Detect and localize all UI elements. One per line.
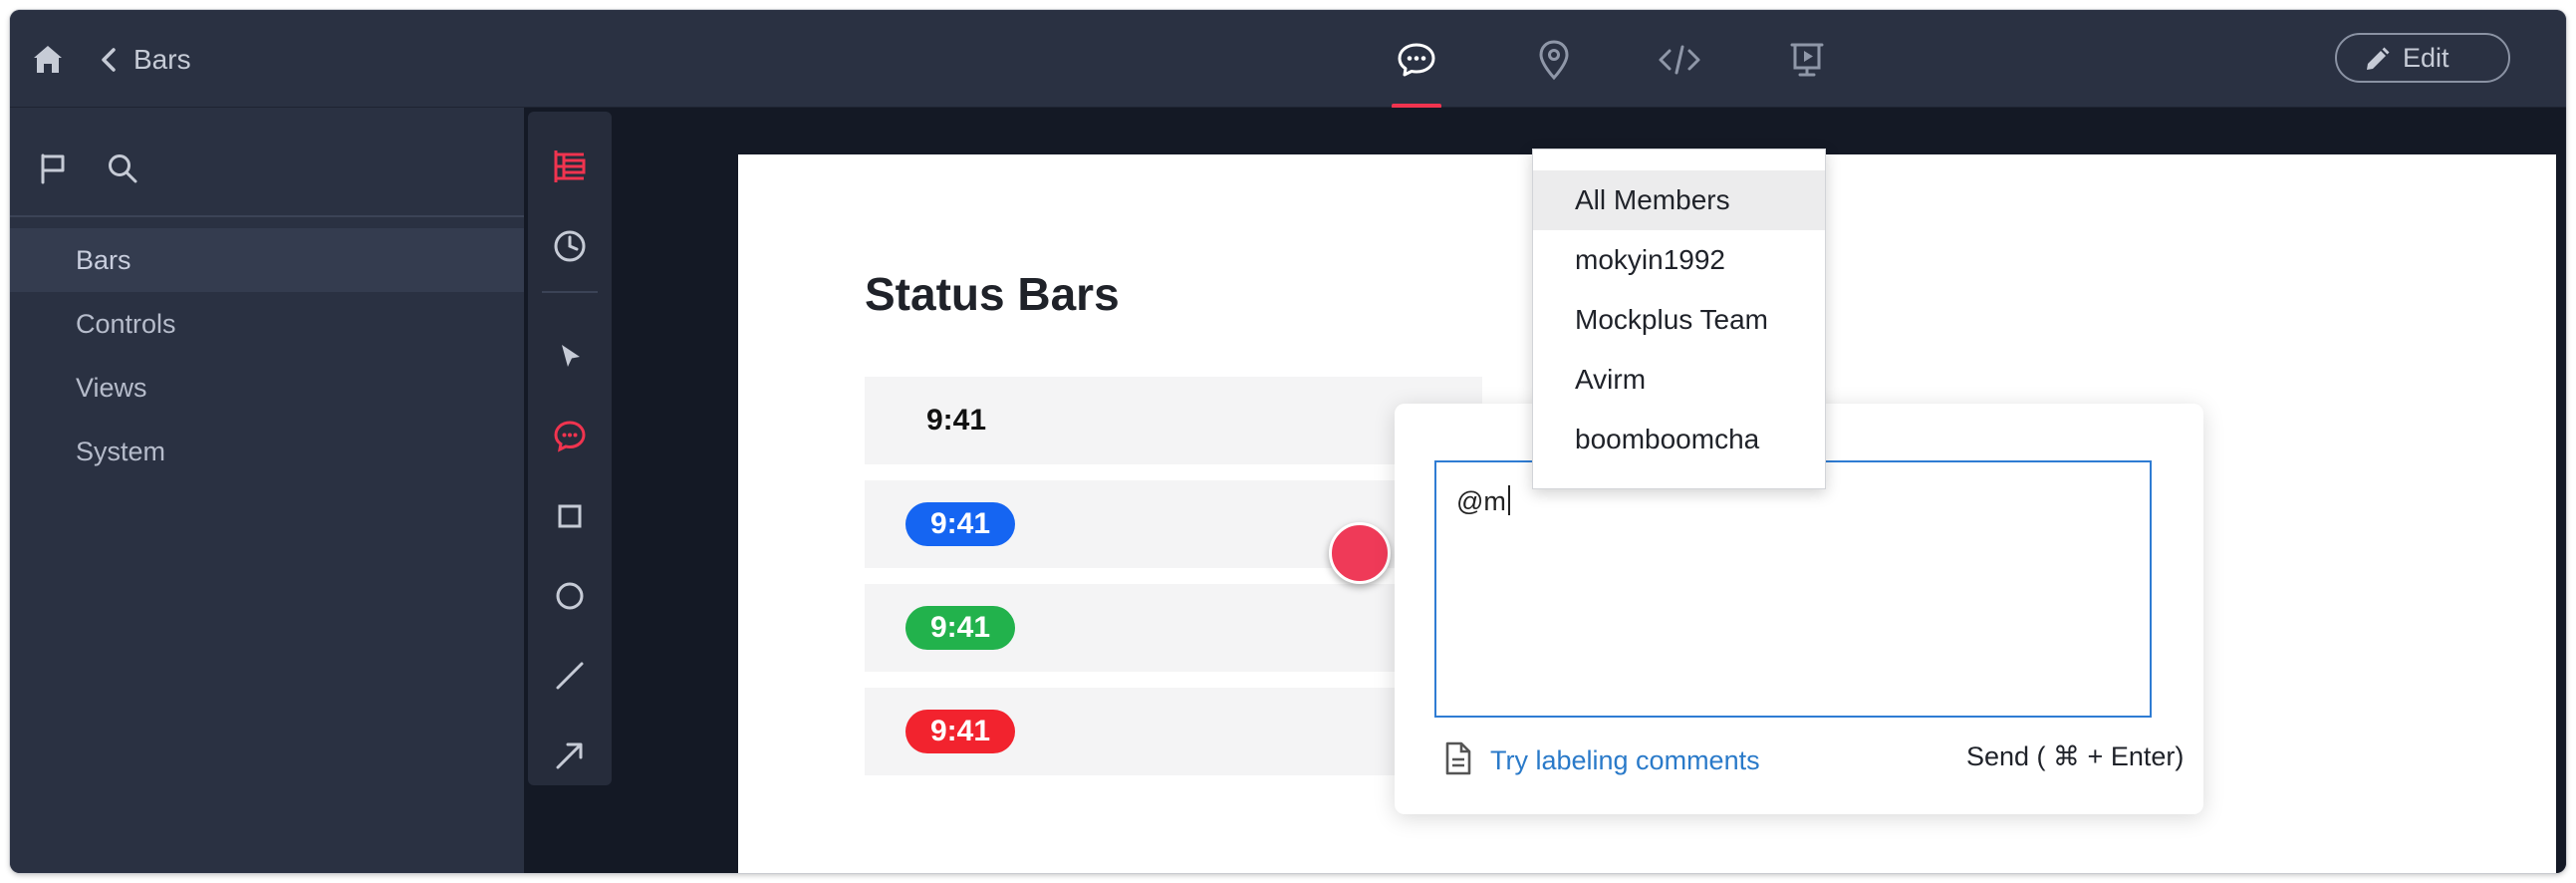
sidebar-item-system[interactable]: System xyxy=(10,420,524,483)
sidebar-item-bars[interactable]: Bars xyxy=(10,228,524,292)
page-title-breadcrumb: Bars xyxy=(133,44,191,75)
status-time-pill: 9:41 xyxy=(905,606,1015,650)
sidebar-item-controls[interactable]: Controls xyxy=(10,292,524,356)
status-time-pill: 9:41 xyxy=(905,502,1015,546)
try-labeling-link[interactable]: Try labeling comments xyxy=(1490,742,1760,778)
history-icon[interactable] xyxy=(548,224,592,268)
document-icon xyxy=(1445,741,1471,775)
text-caret xyxy=(1508,485,1510,515)
home-icon[interactable] xyxy=(28,40,68,80)
toolbox xyxy=(528,112,612,785)
top-bar: Bars Edit xyxy=(10,10,2566,109)
status-bar-time: 9:41 xyxy=(926,404,987,437)
sidebar-item-views[interactable]: Views xyxy=(10,356,524,420)
mention-option[interactable]: Mockplus Team xyxy=(1533,290,1825,350)
location-pin-icon[interactable] xyxy=(1530,36,1578,84)
arrow-icon[interactable] xyxy=(548,734,592,777)
comment-input[interactable] xyxy=(1434,460,2152,718)
pencil-icon xyxy=(2367,47,2390,70)
layers-icon[interactable] xyxy=(548,145,592,188)
presentation-icon[interactable] xyxy=(1783,36,1831,84)
pointer-icon[interactable] xyxy=(548,335,592,379)
comment-tool-icon[interactable] xyxy=(548,415,592,458)
circle-icon[interactable] xyxy=(548,574,592,618)
send-button[interactable]: Send ( ⌘ + Enter) xyxy=(1966,738,2184,774)
sidebar-divider xyxy=(10,215,524,217)
status-time-pill: 9:41 xyxy=(905,710,1015,753)
comment-icon[interactable] xyxy=(1393,36,1440,84)
chevron-left-icon[interactable] xyxy=(92,42,128,78)
mention-option[interactable]: mokyin1992 xyxy=(1533,230,1825,290)
search-icon[interactable] xyxy=(106,151,139,185)
toolbox-divider xyxy=(542,291,598,293)
flag-icon[interactable] xyxy=(36,151,70,185)
rectangle-icon[interactable] xyxy=(548,494,592,538)
artboard-title: Status Bars xyxy=(865,268,1120,320)
code-icon[interactable] xyxy=(1656,36,1703,84)
mention-option[interactable]: Avirm xyxy=(1533,350,1825,410)
mention-option[interactable]: boomboomcha xyxy=(1533,410,1825,469)
mention-dropdown: All Members mokyin1992 Mockplus Team Avi… xyxy=(1532,148,1826,489)
comment-pin[interactable] xyxy=(1329,522,1391,584)
line-icon[interactable] xyxy=(548,654,592,698)
edit-button-label: Edit xyxy=(2403,43,2449,73)
mention-option[interactable]: All Members xyxy=(1533,170,1825,230)
sidebar: Bars Controls Views System xyxy=(10,108,524,873)
edit-button[interactable]: Edit xyxy=(2335,33,2510,83)
